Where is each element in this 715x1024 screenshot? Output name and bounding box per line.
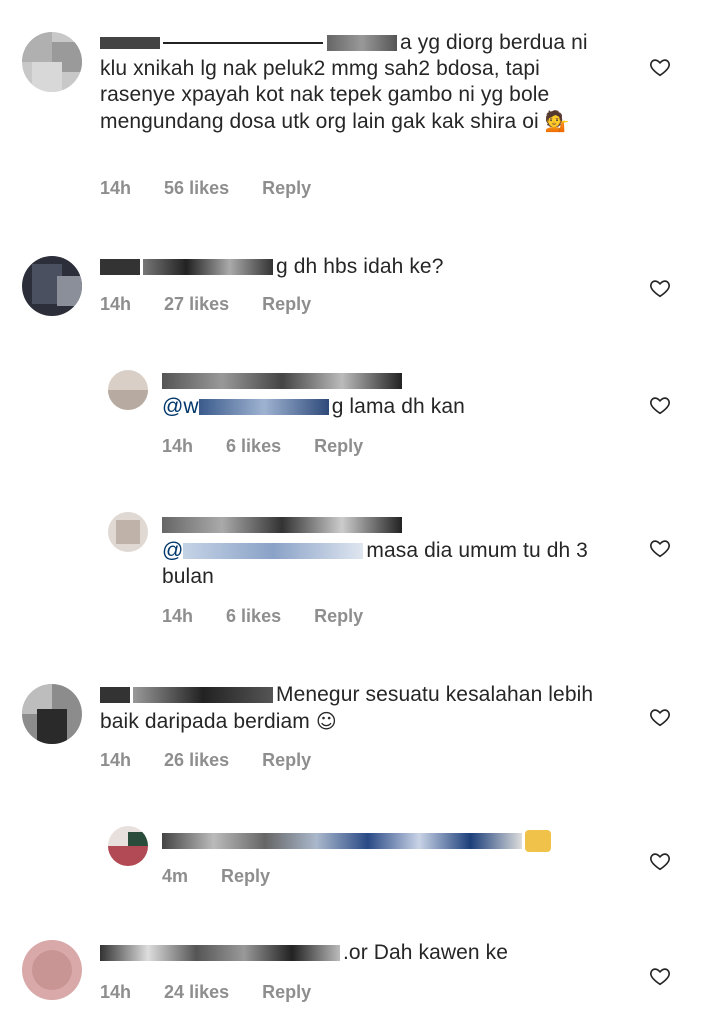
heart-outline-icon[interactable] bbox=[649, 394, 671, 416]
timestamp: 14h bbox=[100, 982, 132, 1002]
timestamp: 14h bbox=[162, 606, 194, 626]
reply-button[interactable]: Reply bbox=[262, 178, 311, 198]
avatar[interactable] bbox=[22, 940, 82, 1000]
mention[interactable]: @ bbox=[162, 539, 183, 562]
username[interactable] bbox=[162, 517, 402, 534]
likes-count[interactable]: 6 likes bbox=[226, 436, 281, 456]
comment-text bbox=[162, 828, 622, 854]
timestamp: 14h bbox=[100, 178, 132, 198]
reply-button[interactable]: Reply bbox=[314, 606, 363, 626]
reply-button[interactable]: Reply bbox=[221, 866, 270, 886]
likes-count[interactable]: 56 likes bbox=[164, 178, 229, 198]
timestamp: 4m bbox=[162, 866, 189, 886]
reply-button[interactable]: Reply bbox=[314, 436, 363, 456]
comment-text: @w g lama dh kan bbox=[162, 368, 622, 420]
comment-meta: 14h 6 likes Reply bbox=[162, 436, 391, 457]
mention[interactable]: @w bbox=[162, 395, 199, 418]
heart-outline-icon[interactable] bbox=[649, 850, 671, 872]
comment-meta: 14h 6 likes Reply bbox=[162, 606, 391, 627]
heart-outline-icon[interactable] bbox=[649, 706, 671, 728]
username[interactable] bbox=[100, 259, 140, 276]
timestamp: 14h bbox=[100, 294, 132, 314]
comment-meta: 14h 27 likes Reply bbox=[100, 294, 339, 315]
reply-button[interactable]: Reply bbox=[262, 982, 311, 1002]
avatar[interactable] bbox=[108, 512, 148, 552]
username[interactable] bbox=[100, 945, 340, 962]
reply-button[interactable]: Reply bbox=[262, 294, 311, 314]
avatar[interactable] bbox=[22, 32, 82, 92]
heart-outline-icon[interactable] bbox=[649, 56, 671, 78]
likes-count[interactable]: 26 likes bbox=[164, 750, 229, 770]
comment-meta: 14h 24 likes Reply bbox=[100, 982, 339, 1003]
timestamp: 14h bbox=[100, 750, 132, 770]
comment-meta: 14h 26 likes Reply bbox=[100, 750, 339, 771]
emoji: 💁 bbox=[544, 109, 570, 133]
comment-body: g lama dh kan bbox=[331, 395, 465, 418]
avatar[interactable] bbox=[108, 370, 148, 410]
comment-body: .or Dah kawen ke bbox=[343, 941, 509, 964]
comment-text: a yg diorg berdua ni klu xnikah lg nak p… bbox=[100, 30, 620, 135]
username[interactable] bbox=[100, 687, 130, 704]
likes-count[interactable]: 24 likes bbox=[164, 982, 229, 1002]
comment-meta: 4m Reply bbox=[162, 866, 298, 887]
heart-outline-icon[interactable] bbox=[649, 277, 671, 299]
heart-outline-icon[interactable] bbox=[649, 537, 671, 559]
avatar[interactable] bbox=[22, 684, 82, 744]
comment-text: .or Dah kawen ke bbox=[100, 940, 620, 966]
comment-text: @ masa dia umum tu dh 3 bulan bbox=[162, 512, 622, 590]
likes-count[interactable]: 27 likes bbox=[164, 294, 229, 314]
avatar[interactable] bbox=[108, 826, 148, 866]
reply-button[interactable]: Reply bbox=[262, 750, 311, 770]
likes-count[interactable]: 6 likes bbox=[226, 606, 281, 626]
username[interactable] bbox=[100, 37, 160, 50]
timestamp: 14h bbox=[162, 436, 194, 456]
comment-text: Menegur sesuatu kesalahan lebih baik dar… bbox=[100, 682, 620, 735]
username[interactable] bbox=[162, 373, 402, 390]
comment-body: g dh hbs idah ke? bbox=[276, 255, 444, 278]
heart-outline-icon[interactable] bbox=[649, 965, 671, 987]
emoji: ☺ bbox=[315, 709, 337, 733]
comment-text: g dh hbs idah ke? bbox=[100, 254, 620, 280]
avatar[interactable] bbox=[22, 256, 82, 316]
username[interactable] bbox=[162, 833, 522, 850]
comment-meta: 14h 56 likes Reply bbox=[100, 178, 339, 199]
